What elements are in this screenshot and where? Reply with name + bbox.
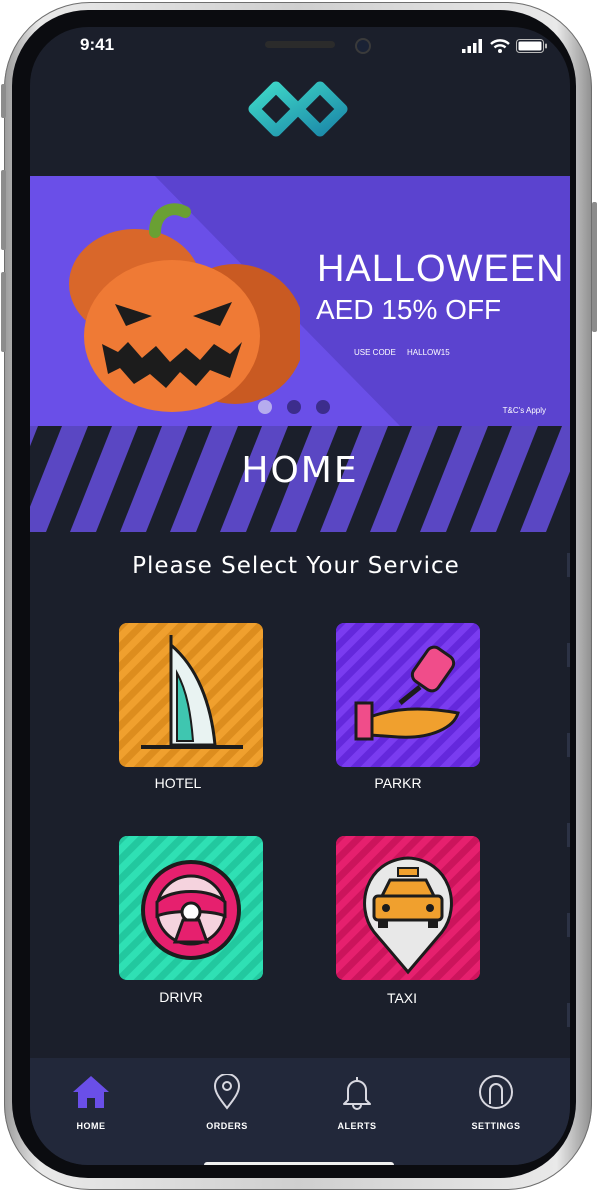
pumpkin-icon: [69, 203, 300, 412]
bottom-nav: HOME ORDERS ALERTS SETTINGS: [30, 1058, 570, 1165]
home-icon: [73, 1076, 109, 1108]
volume-down-button: [1, 272, 6, 352]
bell-icon: [343, 1077, 371, 1110]
promo-banner[interactable]: HALLOWEEN AED 15% OFF USE CODE HALLOW15 …: [30, 176, 570, 426]
home-indicator[interactable]: [204, 1162, 394, 1165]
banner-title: HALLOWEEN: [317, 248, 565, 290]
wifi-icon: [490, 39, 510, 53]
nav-settings[interactable]: SETTINGS: [446, 1074, 546, 1131]
service-prompt: Please Select Your Service: [132, 553, 460, 579]
service-label-taxi: TAXI: [386, 990, 418, 1006]
terms-link[interactable]: T&C's Apply: [503, 406, 546, 415]
status-bar: 9:41: [30, 27, 570, 67]
page-header: HOME: [30, 426, 570, 532]
front-camera: [355, 38, 371, 54]
scroll-tick: [567, 643, 570, 667]
user-icon: [479, 1075, 513, 1109]
service-tile-drivr[interactable]: [119, 836, 263, 980]
silent-switch: [1, 84, 6, 118]
status-time: 9:41: [80, 35, 115, 54]
service-tile-hotel[interactable]: [119, 623, 263, 767]
steering-wheel-icon: [141, 860, 241, 960]
nav-home-label: HOME: [76, 1121, 106, 1131]
nav-orders[interactable]: ORDERS: [177, 1073, 277, 1131]
nav-alerts[interactable]: ALERTS: [307, 1074, 407, 1131]
service-tile-parkr[interactable]: [336, 623, 480, 767]
carousel-dot-2[interactable]: [287, 400, 301, 414]
carousel-dot-3[interactable]: [316, 400, 330, 414]
location-pin-icon: [213, 1073, 241, 1110]
carousel-dot-1[interactable]: [258, 400, 272, 414]
banner-subtitle: AED 15% OFF: [316, 294, 502, 325]
promo-code: HALLOW15: [407, 348, 450, 357]
scroll-tick: [567, 913, 570, 937]
service-label-drivr: DRIVR: [159, 989, 203, 1005]
volume-up-button: [1, 170, 6, 250]
nav-home[interactable]: HOME: [41, 1074, 141, 1131]
signal-icon: [462, 39, 482, 53]
nav-settings-label: SETTINGS: [471, 1121, 521, 1131]
service-label-hotel: HOTEL: [154, 775, 202, 791]
nav-alerts-label: ALERTS: [337, 1121, 377, 1131]
speaker: [265, 41, 335, 48]
battery-icon: [516, 39, 547, 53]
service-label-parkr: PARKR: [374, 775, 422, 791]
page-title: HOME: [241, 450, 359, 491]
scroll-tick: [567, 823, 570, 847]
scroll-tick: [567, 553, 570, 577]
app-logo-icon: [248, 81, 348, 137]
nav-orders-label: ORDERS: [206, 1121, 248, 1131]
service-tile-taxi[interactable]: [336, 836, 480, 980]
carousel-dots: [258, 400, 330, 414]
app-screen: 9:41 HALLOWEEN AED 15% OFF USE CODE HALL…: [30, 27, 570, 1165]
promo-label: USE CODE: [354, 348, 396, 357]
scroll-tick: [567, 733, 570, 757]
scroll-tick: [567, 1003, 570, 1027]
status-icons: [462, 39, 548, 53]
power-button: [592, 202, 597, 332]
